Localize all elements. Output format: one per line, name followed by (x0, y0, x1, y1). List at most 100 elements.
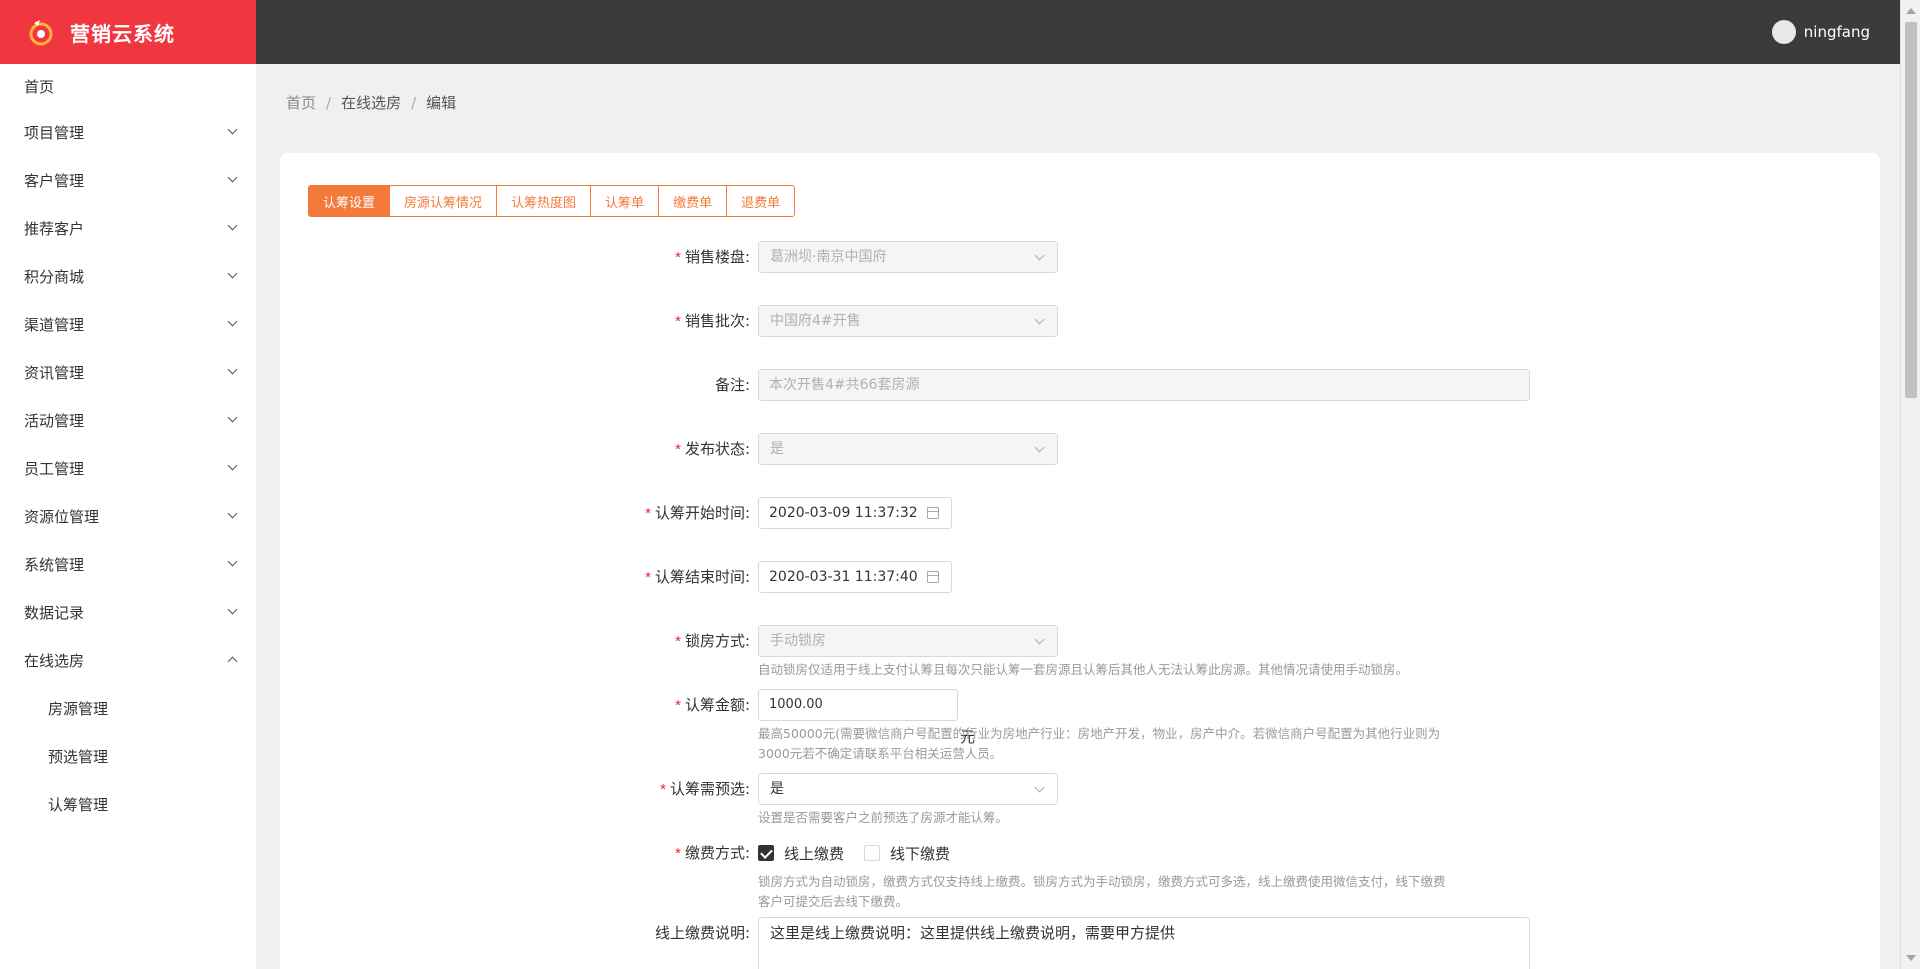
chevron-down-icon (227, 316, 238, 327)
lock-hint: 自动锁房仅适用于线上支付认筹且每次只能认筹一套房源且认筹后其他人无法认筹此房源。… (758, 662, 1409, 677)
required-mark: * (675, 633, 681, 650)
preselect-label-text: 认筹需预选: (669, 780, 750, 798)
sidebar-item-label: 员工管理 (24, 459, 85, 478)
required-mark: * (645, 569, 651, 586)
form-row-batch: * 销售批次: 中国府4#开售 (280, 305, 1880, 337)
online-note-textarea[interactable]: 这里是线上缴费说明：这里提供线上缴费说明，需要甲方提供 (758, 917, 1530, 969)
remark-input: 本次开售4#共66套房源 (758, 369, 1530, 401)
payment-label: * 缴费方式: (280, 837, 750, 869)
tab-subscription-settings[interactable]: 认筹设置 (308, 185, 391, 217)
sidebar-subitem-preselect[interactable]: 预选管理 (0, 732, 256, 780)
user-menu[interactable]: ningfang (1771, 0, 1870, 64)
tab-subscription-orders[interactable]: 认筹单 (590, 185, 660, 217)
chevron-down-icon (227, 460, 238, 471)
sidebar-item-staff[interactable]: 员工管理 (0, 444, 256, 492)
property-label: * 销售楼盘: (280, 241, 750, 273)
start-time-picker[interactable]: 2020-03-09 11:37:32 (758, 497, 952, 529)
batch-value: 中国府4#开售 (770, 313, 861, 329)
tab-refund-orders[interactable]: 退费单 (726, 185, 796, 217)
chevron-down-icon (227, 556, 238, 567)
breadcrumb-home[interactable]: 首页 (286, 92, 316, 113)
tab-housing-status[interactable]: 房源认筹情况 (389, 185, 498, 217)
sidebar-item-points-mall[interactable]: 积分商城 (0, 252, 256, 300)
end-time-label-text: 认筹结束时间: (654, 568, 750, 586)
tab-payment-orders[interactable]: 缴费单 (658, 185, 728, 217)
preselect-label: * 认筹需预选: (280, 773, 750, 805)
page-scrollbar[interactable] (1900, 0, 1920, 969)
tab-bar: 认筹设置 房源认筹情况 认筹热度图 认筹单 缴费单 退费单 (308, 185, 796, 217)
sidebar-item-channels[interactable]: 渠道管理 (0, 300, 256, 348)
offline-payment-label: 线下缴费 (890, 844, 951, 863)
sidebar-item-online-selection[interactable]: 在线选房 (0, 636, 256, 684)
chevron-down-icon (1034, 314, 1045, 325)
form-row-end-time: * 认筹结束时间: 2020-03-31 11:37:40 (280, 561, 1880, 593)
form-row-property: * 销售楼盘: 葛洲坝·南京中国府 (280, 241, 1880, 273)
preselect-hint: 设置是否需要客户之前预选了房源才能认筹。 (758, 810, 1009, 825)
lock-value: 手动锁房 (770, 633, 826, 649)
sidebar-item-data-records[interactable]: 数据记录 (0, 588, 256, 636)
username: ningfang (1803, 23, 1870, 41)
sidebar-subitem-housing[interactable]: 房源管理 (0, 684, 256, 732)
sidebar-item-resource-slots[interactable]: 资源位管理 (0, 492, 256, 540)
batch-label-text: 销售批次: (684, 312, 750, 330)
lock-label-text: 锁房方式: (684, 632, 750, 650)
end-time-label: * 认筹结束时间: (280, 561, 750, 593)
payment-label-text: 缴费方式: (684, 844, 750, 862)
chevron-down-icon (1034, 250, 1045, 261)
chevron-down-icon (227, 172, 238, 183)
lock-label: * 锁房方式: (280, 625, 750, 657)
breadcrumb-separator: / (326, 93, 332, 112)
online-payment-checkbox[interactable]: 线上缴费 (758, 837, 844, 869)
sidebar-item-activities[interactable]: 活动管理 (0, 396, 256, 444)
breadcrumb-separator: / (411, 93, 417, 112)
start-time-value: 2020-03-09 11:37:32 (769, 505, 918, 521)
sidebar-item-label: 系统管理 (24, 555, 85, 574)
offline-payment-checkbox[interactable]: 线下缴费 (864, 837, 950, 869)
sidebar-item-projects[interactable]: 项目管理 (0, 108, 256, 156)
amount-hint-line2: 3000元若不确定请联系平台相关运营人员。 (758, 746, 1003, 761)
property-select: 葛洲坝·南京中国府 (758, 241, 1058, 273)
publish-label: * 发布状态: (280, 433, 750, 465)
scroll-down-arrow-icon[interactable] (1906, 955, 1916, 961)
amount-value: 1000.00 (769, 697, 823, 712)
checkbox-checked-icon (758, 845, 774, 861)
form-row-remark: 备注: 本次开售4#共66套房源 (280, 369, 1880, 401)
sidebar-item-system[interactable]: 系统管理 (0, 540, 256, 588)
chevron-down-icon (1034, 634, 1045, 645)
amount-input[interactable]: 1000.00 (758, 689, 958, 721)
sidebar-item-home[interactable]: 首页 (0, 64, 256, 108)
breadcrumb-online-selection[interactable]: 在线选房 (341, 92, 401, 113)
end-time-picker[interactable]: 2020-03-31 11:37:40 (758, 561, 952, 593)
required-mark: * (675, 249, 681, 266)
sidebar-item-label: 渠道管理 (24, 315, 85, 334)
sidebar-item-label: 首页 (24, 77, 55, 96)
chevron-up-icon (227, 656, 238, 667)
sidebar-item-label: 资源位管理 (24, 507, 100, 526)
remark-value: 本次开售4#共66套房源 (769, 377, 920, 393)
online-note-label: 线上缴费说明: (654, 924, 750, 942)
tab-heatmap[interactable]: 认筹热度图 (496, 185, 592, 217)
payment-hint-line2: 客户可提交后去线下缴费。 (758, 894, 909, 909)
sidebar-item-referrals[interactable]: 推荐客户 (0, 204, 256, 252)
sidebar-item-label: 数据记录 (24, 603, 85, 622)
preselect-select[interactable]: 是 (758, 773, 1058, 805)
chevron-down-icon (227, 268, 238, 279)
sidebar: 首页 项目管理 客户管理 推荐客户 积分商城 渠道管理 资讯管理 活动管理 员工… (0, 64, 256, 969)
calendar-icon (927, 507, 939, 519)
brand[interactable]: 营销云系统 (0, 0, 256, 64)
sidebar-item-news[interactable]: 资讯管理 (0, 348, 256, 396)
scroll-thumb[interactable] (1905, 22, 1917, 398)
form-row-preselect: * 认筹需预选: 是 设置是否需要客户之前预选了房源才能认筹。 (280, 773, 1880, 825)
property-label-text: 销售楼盘: (684, 248, 750, 266)
required-mark: * (675, 697, 681, 714)
sidebar-subitem-label: 预选管理 (48, 747, 109, 766)
amount-label: * 认筹金额: (280, 689, 750, 721)
publish-select: 是 (758, 433, 1058, 465)
chevron-down-icon (227, 220, 238, 231)
sidebar-subitem-subscription[interactable]: 认筹管理 (0, 780, 256, 828)
chevron-down-icon (1034, 442, 1045, 453)
remark-label: 备注: (714, 376, 750, 394)
required-mark: * (675, 441, 681, 458)
scroll-up-arrow-icon[interactable] (1906, 8, 1916, 14)
sidebar-item-customers[interactable]: 客户管理 (0, 156, 256, 204)
